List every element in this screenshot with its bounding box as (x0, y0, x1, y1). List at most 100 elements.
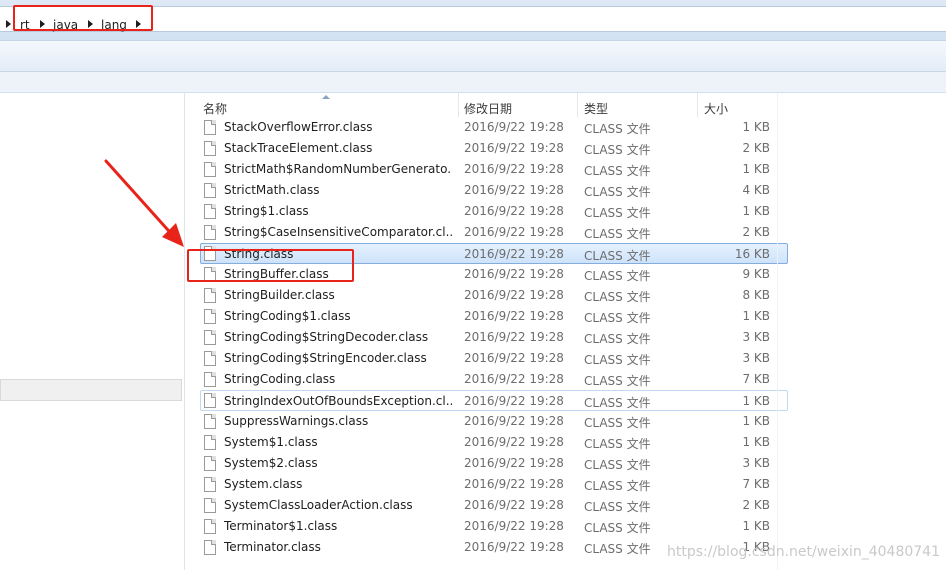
column-name-header[interactable]: 名称 (203, 100, 227, 117)
file-size: 7 KB (742, 477, 770, 491)
file-type: CLASS 文件 (584, 164, 651, 178)
file-size: 3 KB (742, 351, 770, 365)
file-icon (204, 540, 216, 555)
table-row[interactable]: SystemClassLoaderAction.class 2016/9/22 1… (186, 495, 786, 516)
file-date: 2016/9/22 19:28 (464, 540, 564, 554)
address-bar: rt java lang (0, 0, 946, 41)
file-list[interactable]: 名称 修改日期 类型 大小 StackOverflowError.class 20… (186, 93, 946, 570)
file-icon (204, 162, 216, 177)
file-size: 3 KB (742, 456, 770, 470)
file-icon (204, 498, 216, 513)
file-date: 2016/9/22 19:28 (464, 394, 564, 408)
file-type: CLASS 文件 (584, 374, 651, 388)
file-size: 1 KB (742, 435, 770, 449)
table-row[interactable]: StringCoding.class 2016/9/22 19:28 CLASS 文… (186, 369, 786, 390)
column-separator[interactable] (697, 93, 698, 117)
file-name: StringCoding$1.class (224, 309, 351, 323)
file-date: 2016/9/22 19:28 (464, 519, 564, 533)
file-date: 2016/9/22 19:28 (464, 120, 564, 134)
file-type: CLASS 文件 (584, 458, 651, 472)
file-type: CLASS 文件 (584, 353, 651, 367)
file-size: 1 KB (742, 309, 770, 323)
file-date: 2016/9/22 19:28 (464, 183, 564, 197)
file-date: 2016/9/22 19:28 (464, 456, 564, 470)
file-name: StrictMath.class (224, 183, 320, 197)
table-row[interactable]: Terminator$1.class 2016/9/22 19:28 CLASS 文… (186, 516, 786, 537)
red-arrow-icon (104, 159, 184, 247)
file-icon (204, 393, 216, 408)
table-row[interactable]: StringBuilder.class 2016/9/22 19:28 CLASS … (186, 285, 786, 306)
file-icon (204, 372, 216, 387)
watermark: https://blog.csdn.net/weixin_40480741 (666, 544, 940, 560)
file-icon (204, 141, 216, 156)
file-date: 2016/9/22 19:28 (464, 372, 564, 386)
file-name: System$2.class (224, 456, 318, 470)
file-name: StringBuilder.class (224, 288, 335, 302)
file-size: 8 KB (742, 288, 770, 302)
file-type: CLASS 文件 (584, 437, 651, 451)
column-type-header[interactable]: 类型 (584, 100, 608, 117)
column-date-header[interactable]: 修改日期 (464, 100, 512, 117)
file-size: 2 KB (742, 141, 770, 155)
file-type: CLASS 文件 (584, 311, 651, 325)
file-icon (204, 456, 216, 471)
file-name: StringIndexOutOfBoundsException.cl... (224, 394, 452, 408)
column-separator[interactable] (458, 93, 459, 117)
table-row[interactable]: StackTraceElement.class 2016/9/22 19:28 CL… (186, 138, 786, 159)
file-size: 1 KB (742, 414, 770, 428)
file-size: 7 KB (742, 372, 770, 386)
file-size: 1 KB (742, 204, 770, 218)
file-name: StringCoding$StringDecoder.class (224, 330, 429, 344)
file-icon (204, 477, 216, 492)
file-name: Terminator.class (224, 540, 321, 554)
table-row[interactable]: String$CaseInsensitiveComparator.cl... 20… (186, 222, 786, 243)
file-name: StrictMath$RandomNumberGenerato... (224, 162, 452, 176)
file-icon (204, 225, 216, 240)
breadcrumb-annotation-box (13, 5, 153, 31)
file-name: StackTraceElement.class (224, 141, 373, 155)
file-type: CLASS 文件 (584, 206, 651, 220)
file-size: 2 KB (742, 498, 770, 512)
file-date: 2016/9/22 19:28 (464, 477, 564, 491)
table-row[interactable]: StringIndexOutOfBoundsException.cl... 201… (200, 390, 788, 411)
file-type: CLASS 文件 (584, 500, 651, 514)
file-type: CLASS 文件 (584, 396, 651, 410)
file-date: 2016/9/22 19:28 (464, 288, 564, 302)
file-name: System.class (224, 477, 303, 491)
file-date: 2016/9/22 19:28 (464, 330, 564, 344)
file-size: 9 KB (742, 267, 770, 281)
column-separator[interactable] (577, 93, 578, 117)
table-row[interactable]: String$1.class 2016/9/22 19:28 CLASS 文件 1 K… (186, 201, 786, 222)
file-date: 2016/9/22 19:28 (464, 162, 564, 176)
file-name: SystemClassLoaderAction.class (224, 498, 413, 512)
table-row[interactable]: StrictMath$RandomNumberGenerato... 2016/9… (186, 159, 786, 180)
file-name: SuppressWarnings.class (224, 414, 369, 428)
chevron-right-icon[interactable] (6, 20, 11, 28)
file-icon (204, 183, 216, 198)
table-row[interactable]: System$2.class 2016/9/22 19:28 CLASS 文件 3 K… (186, 453, 786, 474)
file-type: CLASS 文件 (584, 269, 651, 283)
table-row[interactable]: SuppressWarnings.class 2016/9/22 19:28 CLA… (186, 411, 786, 432)
table-row[interactable]: System$1.class 2016/9/22 19:28 CLASS 文件 1 K… (186, 432, 786, 453)
file-type: CLASS 文件 (584, 122, 651, 136)
table-row[interactable]: StringCoding$StringEncoder.class 2016/9/2… (186, 348, 786, 369)
file-size: 1 KB (742, 394, 770, 408)
file-date: 2016/9/22 19:28 (464, 267, 564, 281)
file-name: String$1.class (224, 204, 309, 218)
file-size: 1 KB (742, 519, 770, 533)
table-row[interactable]: StringCoding$StringDecoder.class 2016/9/2… (186, 327, 786, 348)
table-row[interactable]: StringCoding$1.class 2016/9/22 19:28 CLASS… (186, 306, 786, 327)
table-row[interactable]: StrictMath.class 2016/9/22 19:28 CLASS 文件 4… (186, 180, 786, 201)
nav-selected-item[interactable] (0, 379, 182, 401)
column-size-header[interactable]: 大小 (704, 100, 728, 117)
table-row[interactable]: System.class 2016/9/22 19:28 CLASS 文件 7 KB (186, 474, 786, 495)
file-date: 2016/9/22 19:28 (464, 435, 564, 449)
file-icon (204, 330, 216, 345)
file-name: System$1.class (224, 435, 318, 449)
file-type: CLASS 文件 (584, 521, 651, 535)
table-row[interactable]: StackOverflowError.class 2016/9/22 19:28 C… (186, 117, 786, 138)
toolbar (0, 41, 946, 72)
file-date: 2016/9/22 19:28 (464, 309, 564, 323)
file-icon (204, 288, 216, 303)
file-date: 2016/9/22 19:28 (464, 141, 564, 155)
